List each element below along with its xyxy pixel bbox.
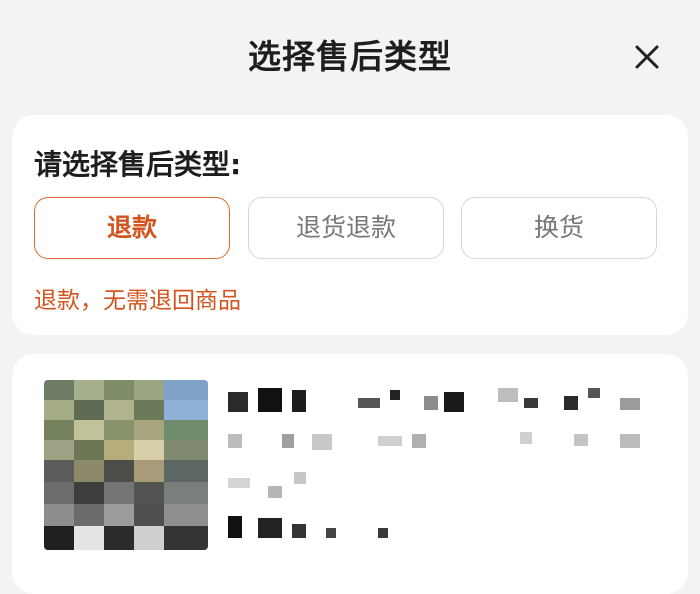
option-exchange[interactable]: 换货 bbox=[461, 197, 657, 259]
service-type-hint: 退款，无需退回商品 bbox=[34, 288, 241, 314]
service-type-card: 请选择售后类型: 退款 退货退款 换货 退款，无需退回商品 bbox=[12, 115, 688, 335]
dialog-header: 选择售后类型 bbox=[0, 0, 700, 110]
product-thumbnail[interactable] bbox=[44, 380, 208, 550]
option-return-refund[interactable]: 退货退款 bbox=[248, 197, 444, 259]
product-image bbox=[44, 380, 208, 550]
option-refund[interactable]: 退款 bbox=[34, 197, 230, 259]
product-info-pixelated bbox=[228, 388, 668, 558]
dialog-title: 选择售后类型 bbox=[248, 37, 452, 76]
close-button[interactable] bbox=[628, 38, 666, 76]
close-icon bbox=[635, 45, 659, 69]
product-card[interactable] bbox=[12, 354, 688, 594]
service-type-options: 退款 退货退款 换货 bbox=[34, 197, 670, 261]
service-type-label: 请选择售后类型: bbox=[34, 148, 242, 181]
